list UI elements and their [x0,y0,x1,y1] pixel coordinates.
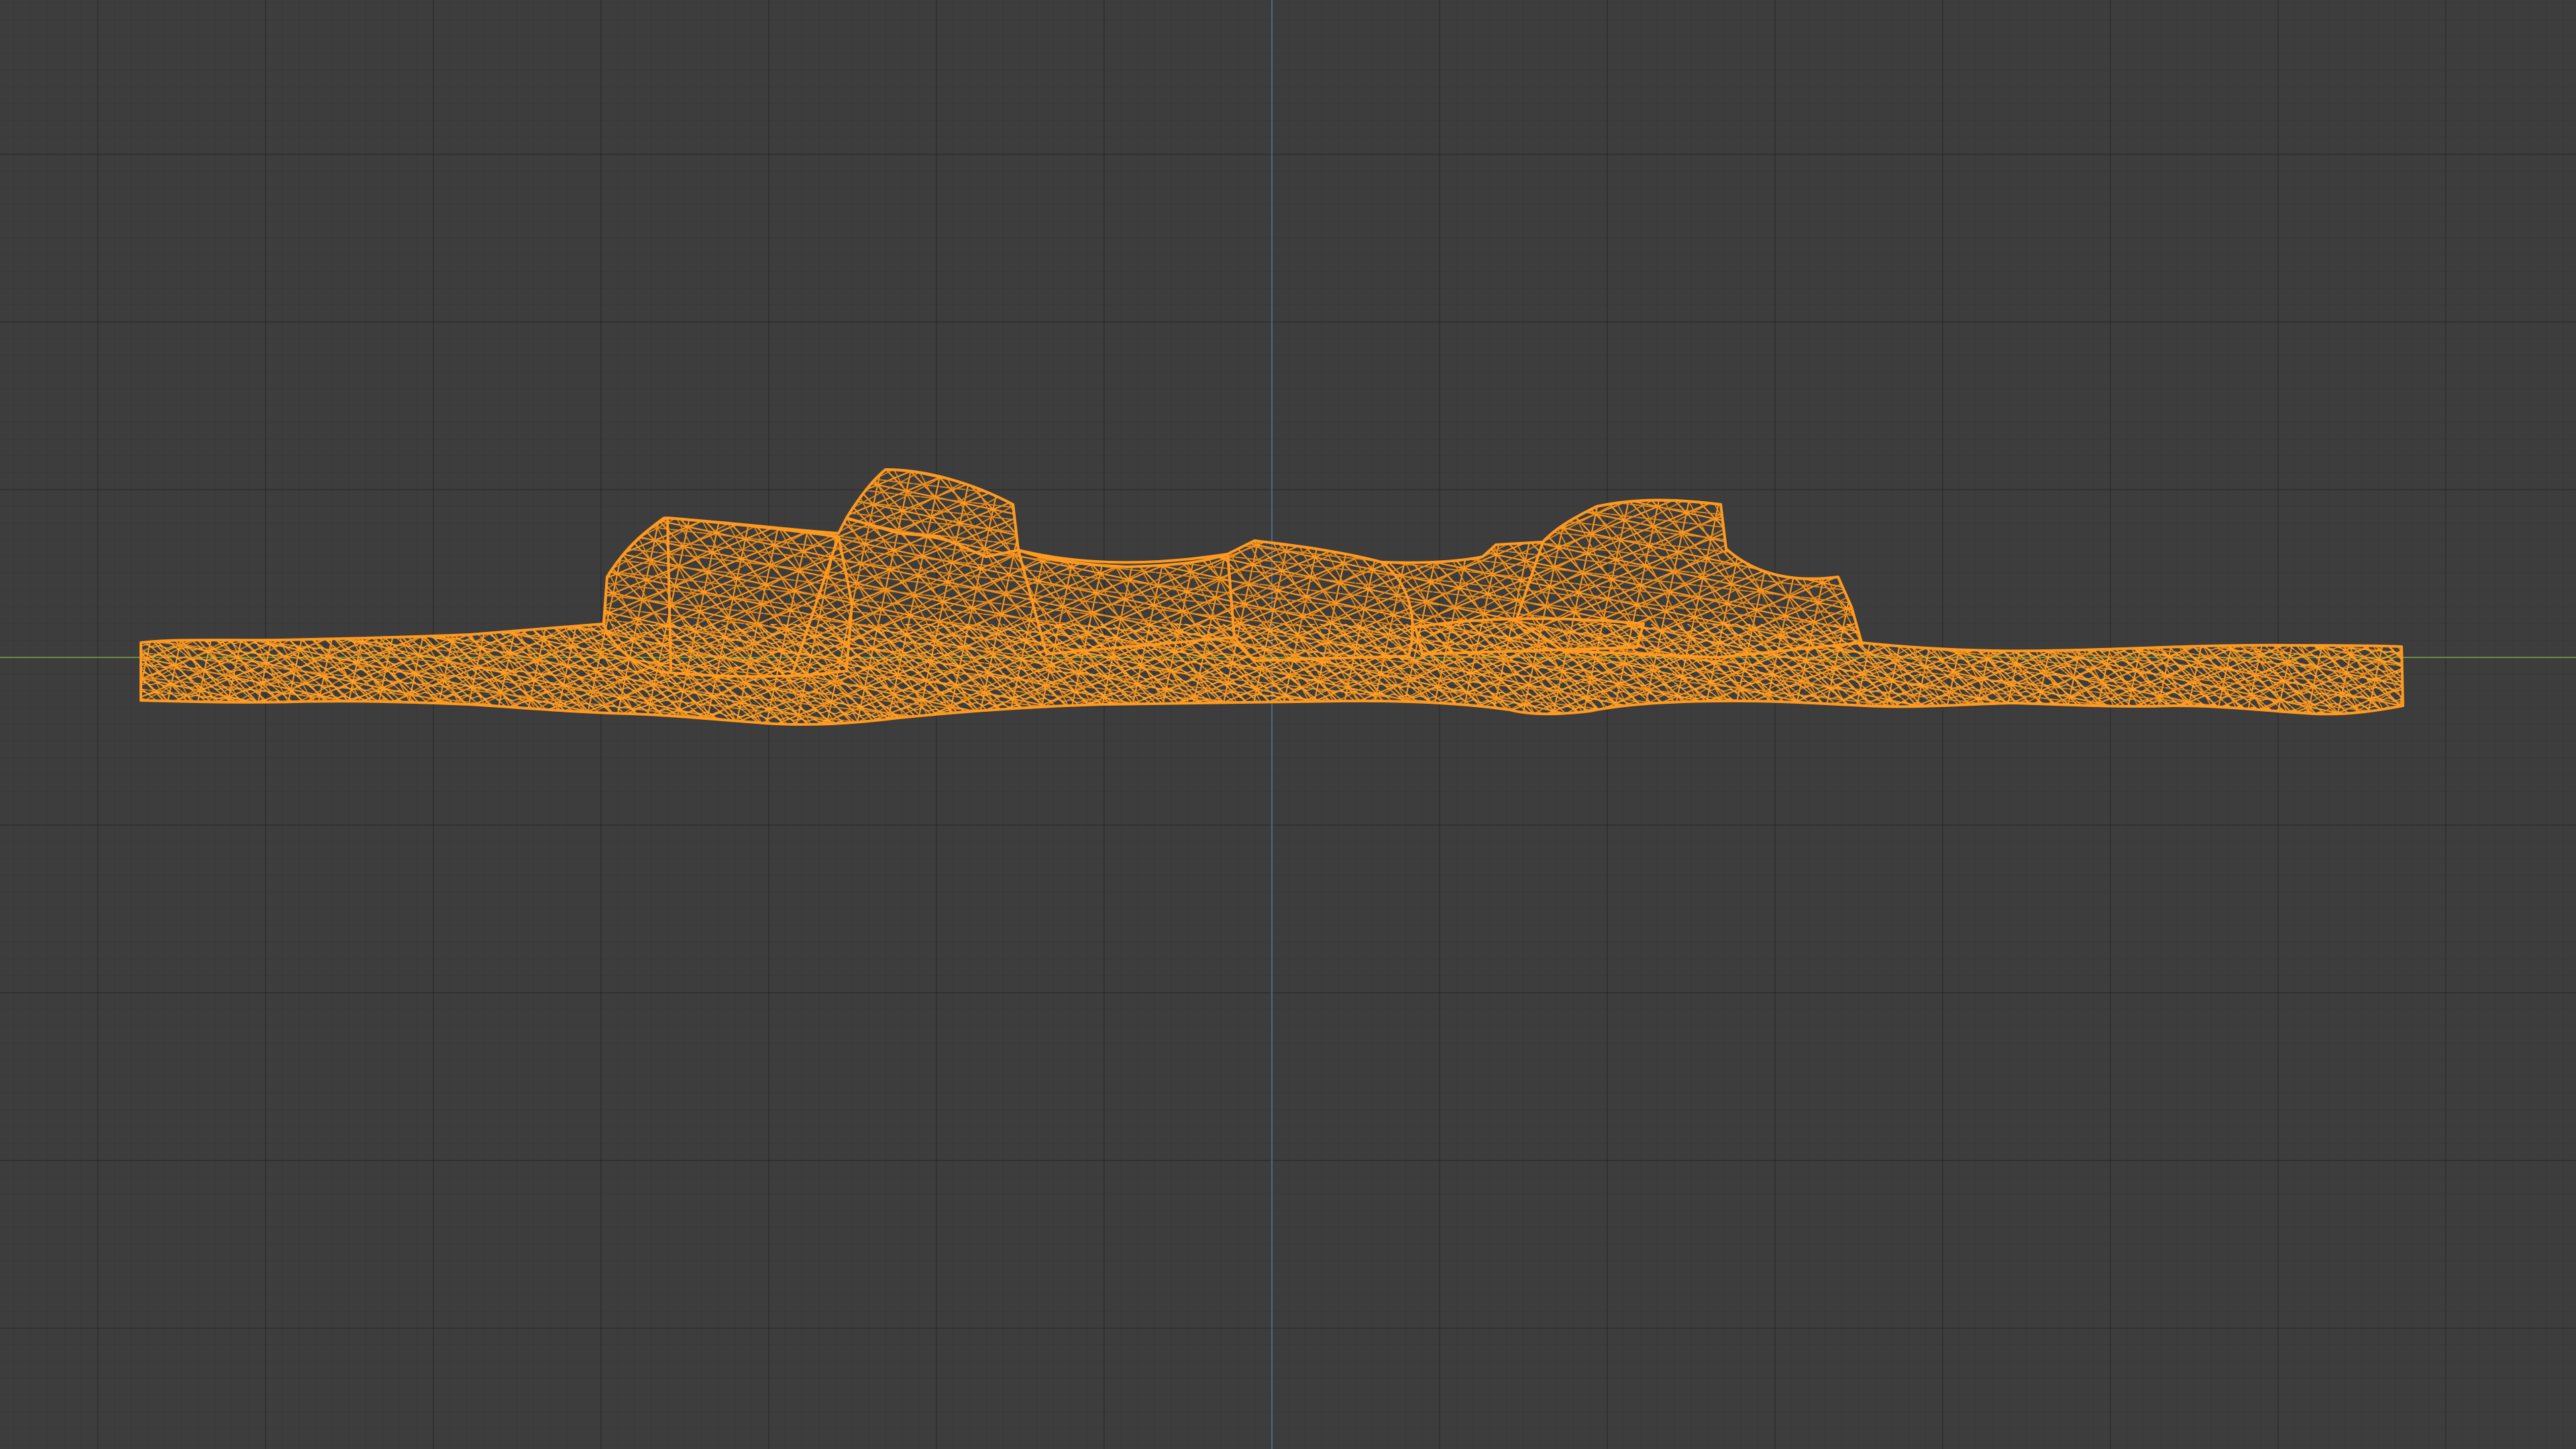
rock-mesh-icon[interactable] [0,0,2576,1449]
mesh-wireframe-fill [141,470,2403,724]
3d-viewport[interactable] [0,0,2576,1449]
